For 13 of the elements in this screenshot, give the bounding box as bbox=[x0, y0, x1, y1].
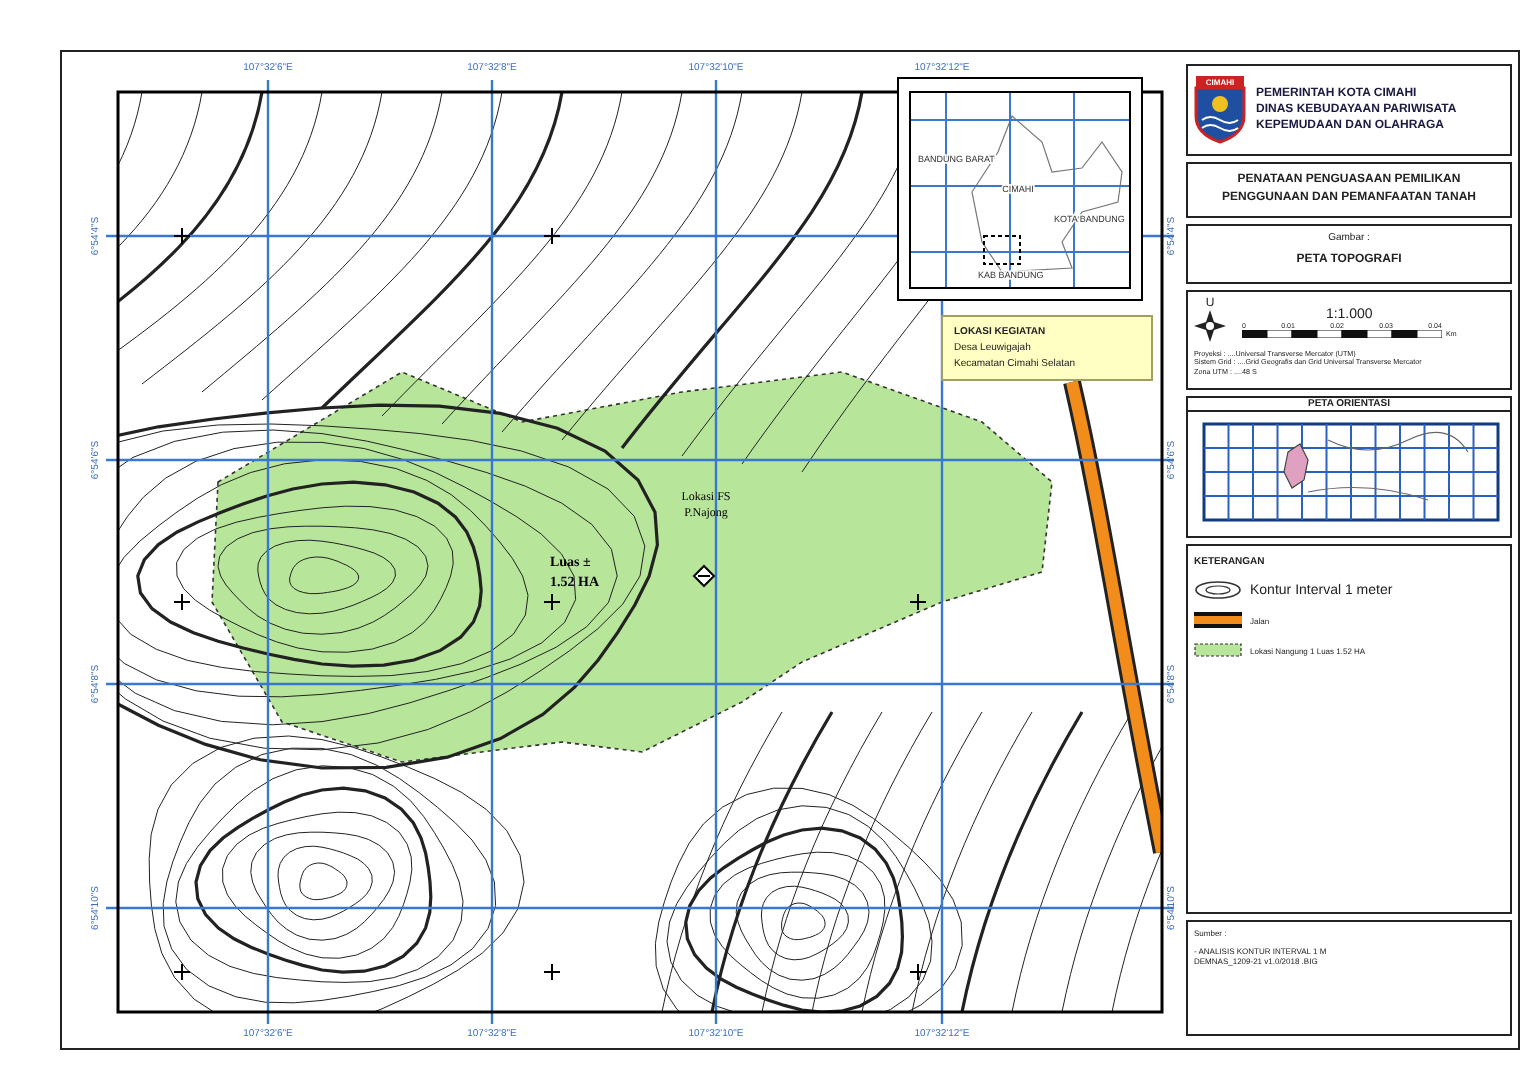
site-marker-icon bbox=[693, 564, 716, 587]
area-symbol-icon bbox=[1194, 640, 1242, 660]
cross-mark-icon bbox=[909, 593, 927, 611]
cross-mark-icon bbox=[909, 963, 927, 981]
cross-mark-icon bbox=[173, 963, 191, 981]
contour-symbol-icon bbox=[1194, 580, 1242, 600]
cross-mark-icon bbox=[543, 593, 561, 611]
road-symbol-icon bbox=[1194, 610, 1242, 630]
cross-mark-icon bbox=[173, 593, 191, 611]
cross-mark-icon bbox=[173, 227, 191, 245]
cross-mark-icon bbox=[543, 227, 561, 245]
cross-mark-icon bbox=[543, 963, 561, 981]
compass-icon bbox=[1194, 310, 1226, 342]
